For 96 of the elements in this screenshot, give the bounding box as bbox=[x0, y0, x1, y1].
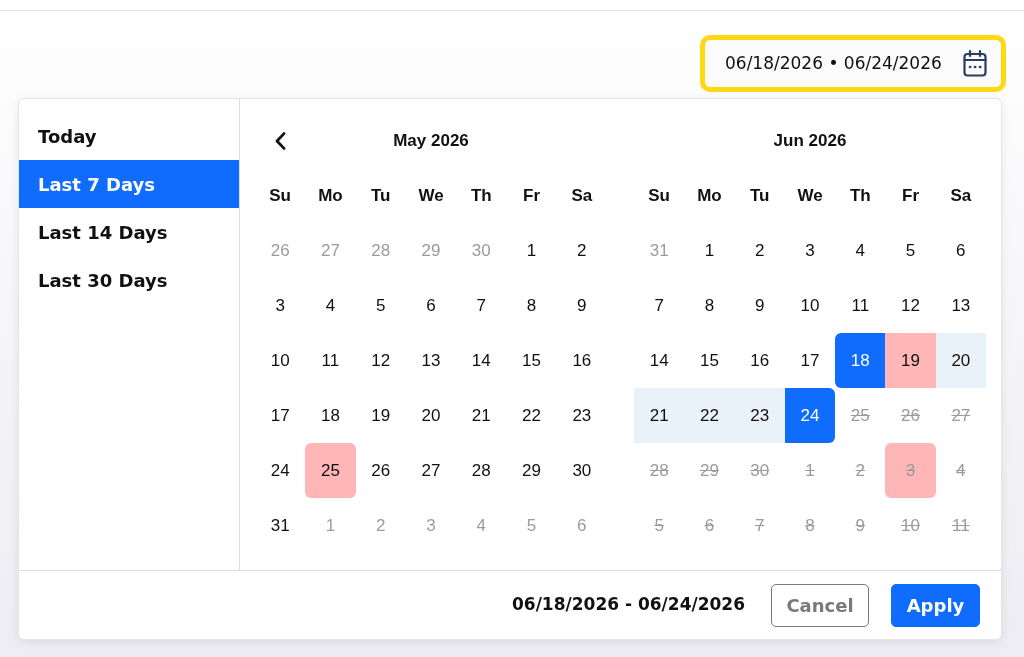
weekday-label: We bbox=[418, 184, 444, 207]
calendar-day[interactable]: 21 bbox=[634, 388, 685, 443]
month-title: Jun 2026 bbox=[773, 130, 847, 153]
calendar-day: 10 bbox=[885, 498, 936, 553]
calendar-day[interactable]: 30 bbox=[556, 443, 607, 498]
calendar-day[interactable]: 12 bbox=[885, 278, 936, 333]
calendar-day[interactable]: 3 bbox=[255, 278, 306, 333]
calendar-day: 27 bbox=[935, 388, 986, 443]
calendar-day[interactable]: 1 bbox=[506, 223, 557, 278]
previous-month-button[interactable] bbox=[274, 132, 286, 150]
calendar-day[interactable]: 31 bbox=[255, 498, 306, 553]
calendar-day: 7 bbox=[734, 498, 785, 553]
calendar-day[interactable]: 23 bbox=[734, 388, 785, 443]
calendar-day: 4 bbox=[935, 443, 986, 498]
calendar-day[interactable]: 22 bbox=[684, 388, 735, 443]
calendar-day[interactable]: 13 bbox=[935, 278, 986, 333]
calendar-day: 28 bbox=[634, 443, 685, 498]
weekday-label: Sa bbox=[950, 184, 972, 207]
calendar-day[interactable]: 12 bbox=[355, 333, 406, 388]
calendar-day[interactable]: 18 bbox=[835, 333, 886, 388]
calendar-day[interactable]: 29 bbox=[506, 443, 557, 498]
calendar-day: 1 bbox=[784, 443, 836, 498]
calendar-day[interactable]: 28 bbox=[456, 443, 507, 498]
cancel-button[interactable]: Cancel bbox=[771, 583, 869, 627]
preset-option[interactable]: Last 7 Days bbox=[19, 160, 239, 208]
range-summary: 06/18/2026 - 06/24/2026 bbox=[512, 593, 745, 617]
weekday-label: Fr bbox=[523, 184, 541, 207]
calendar-day[interactable]: 9 bbox=[556, 278, 607, 333]
calendar-day: 29 bbox=[684, 443, 735, 498]
calendar-day[interactable]: 21 bbox=[456, 388, 507, 443]
calendar-day[interactable]: 20 bbox=[405, 388, 457, 443]
calendar-day: 30 bbox=[734, 443, 785, 498]
calendar-day[interactable]: 17 bbox=[255, 388, 306, 443]
calendar-icon bbox=[963, 50, 987, 77]
calendar-day: 2 bbox=[835, 443, 886, 498]
weekday-label: Tu bbox=[749, 184, 770, 207]
calendar-day[interactable]: 19 bbox=[885, 333, 936, 388]
calendar-day[interactable]: 9 bbox=[734, 278, 785, 333]
calendar-day[interactable]: 14 bbox=[634, 333, 685, 388]
calendar-day[interactable]: 15 bbox=[684, 333, 735, 388]
calendar-day: 25 bbox=[835, 388, 886, 443]
calendar-day[interactable]: 6 bbox=[935, 223, 986, 278]
weekday-label: Su bbox=[648, 184, 670, 207]
weekday-label: Su bbox=[269, 184, 291, 207]
calendar-day[interactable]: 8 bbox=[684, 278, 735, 333]
weekday-label: Mo bbox=[318, 184, 343, 207]
month-title: May 2026 bbox=[393, 130, 469, 153]
calendar-day[interactable]: 16 bbox=[556, 333, 607, 388]
calendar-day[interactable]: 13 bbox=[405, 333, 457, 388]
calendar-day[interactable]: 18 bbox=[305, 388, 356, 443]
calendar-day[interactable]: 2 bbox=[556, 223, 607, 278]
weekday-label: Mo bbox=[697, 184, 722, 207]
calendar-day[interactable]: 17 bbox=[784, 333, 836, 388]
calendar-day: 5 bbox=[634, 498, 685, 553]
weekday-label: Th bbox=[849, 184, 871, 207]
calendar-day[interactable]: 14 bbox=[456, 333, 507, 388]
calendar-day[interactable]: 7 bbox=[634, 278, 685, 333]
calendar-day[interactable]: 10 bbox=[784, 278, 836, 333]
calendar-day[interactable]: 11 bbox=[305, 333, 356, 388]
calendar-day[interactable]: 5 bbox=[355, 278, 406, 333]
calendar-day[interactable]: 23 bbox=[556, 388, 607, 443]
calendar-day[interactable]: 16 bbox=[734, 333, 785, 388]
calendar-day: 3 bbox=[885, 443, 936, 498]
calendar-day[interactable]: 6 bbox=[405, 278, 457, 333]
calendar-day: 11 bbox=[935, 498, 986, 553]
apply-button[interactable]: Apply bbox=[891, 583, 980, 627]
calendar-day[interactable]: 25 bbox=[305, 443, 356, 498]
calendar-day: 8 bbox=[784, 498, 836, 553]
calendar-day[interactable]: 10 bbox=[255, 333, 306, 388]
calendar-day[interactable]: 20 bbox=[935, 333, 986, 388]
calendar-day[interactable]: 5 bbox=[885, 223, 936, 278]
weekday-label: Th bbox=[470, 184, 492, 207]
weekday-label: Tu bbox=[370, 184, 391, 207]
weekday-label: Sa bbox=[571, 184, 593, 207]
calendar-day[interactable]: 4 bbox=[835, 223, 886, 278]
calendar-day[interactable]: 24 bbox=[255, 443, 306, 498]
calendar-day[interactable]: 2 bbox=[734, 223, 785, 278]
calendar-day[interactable]: 1 bbox=[684, 223, 735, 278]
date-range-field[interactable]: 06/18/2026 • 06/24/2026 bbox=[700, 35, 1006, 92]
calendar-day[interactable]: 19 bbox=[355, 388, 406, 443]
weekday-label: Fr bbox=[902, 184, 920, 207]
calendar-day[interactable]: 3 bbox=[784, 223, 836, 278]
calendar-day[interactable]: 15 bbox=[506, 333, 557, 388]
calendar-day[interactable]: 11 bbox=[835, 278, 886, 333]
calendar-day[interactable]: 22 bbox=[506, 388, 557, 443]
calendar-day: 9 bbox=[835, 498, 886, 553]
calendar-day: 6 bbox=[684, 498, 735, 553]
calendar-day[interactable]: 27 bbox=[405, 443, 457, 498]
calendar-day[interactable]: 24 bbox=[784, 388, 836, 443]
calendar-day[interactable]: 26 bbox=[355, 443, 406, 498]
calendar-day: 26 bbox=[885, 388, 936, 443]
weekday-label: We bbox=[797, 184, 823, 207]
calendar-day[interactable]: 8 bbox=[506, 278, 557, 333]
chevron-left-icon bbox=[274, 132, 286, 150]
calendar-day[interactable]: 4 bbox=[305, 278, 356, 333]
calendar-day[interactable]: 7 bbox=[456, 278, 507, 333]
